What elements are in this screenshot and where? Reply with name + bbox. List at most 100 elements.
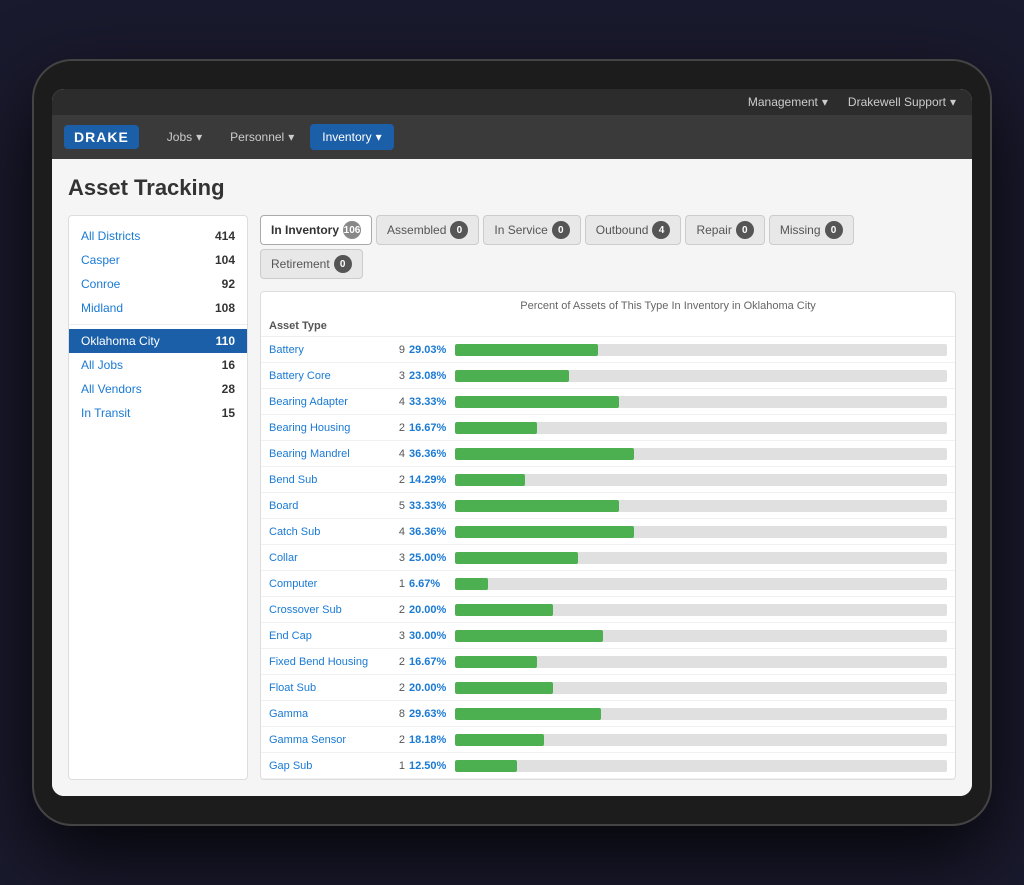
- nav-jobs-label: Jobs: [167, 130, 192, 144]
- bar-pct-label: 23.08%: [409, 370, 455, 382]
- asset-name[interactable]: Bend Sub: [269, 474, 389, 486]
- bar-track: [455, 526, 947, 538]
- sidebar-label: Midland: [81, 301, 123, 315]
- sidebar-count: 414: [215, 229, 235, 243]
- tab-in-inventory[interactable]: In Inventory106: [260, 215, 372, 245]
- bar-fill: [455, 422, 537, 434]
- nav-jobs[interactable]: Jobs ▾: [155, 124, 214, 150]
- asset-name[interactable]: Bearing Mandrel: [269, 448, 389, 460]
- asset-name[interactable]: Gap Sub: [269, 760, 389, 772]
- asset-name[interactable]: Bearing Adapter: [269, 396, 389, 408]
- nav-inventory[interactable]: Inventory ▾: [310, 124, 393, 150]
- bar-pct-label: 20.00%: [409, 682, 455, 694]
- tab-missing[interactable]: Missing0: [769, 215, 854, 245]
- bar-track: [455, 630, 947, 642]
- sidebar-label: All Districts: [81, 229, 140, 243]
- bar-count: 2: [389, 422, 405, 434]
- sidebar-item-midland[interactable]: Midland 108: [69, 296, 247, 320]
- table-row: Float Sub2 20.00%: [261, 675, 955, 701]
- asset-name[interactable]: Bearing Housing: [269, 422, 389, 434]
- bar-fill: [455, 578, 488, 590]
- bar-count: 8: [389, 708, 405, 720]
- sidebar-item-oklahoma-city[interactable]: Oklahoma City110: [69, 329, 247, 353]
- table-row: Gamma Sensor218.18%: [261, 727, 955, 753]
- chart-title: Percent of Assets of This Type In Invent…: [393, 300, 943, 312]
- tab-badge: 106: [343, 221, 361, 239]
- drakewell-support-menu[interactable]: Drakewell Support ▾: [848, 95, 956, 109]
- tab-badge: 0: [736, 221, 754, 239]
- bar-track: [455, 474, 947, 486]
- sidebar-item-casper[interactable]: Casper104: [69, 248, 247, 272]
- sidebar-item-all-jobs[interactable]: All Jobs16: [69, 353, 247, 377]
- asset-name[interactable]: Fixed Bend Housing: [269, 656, 389, 668]
- bar-track: [455, 500, 947, 512]
- sidebar-count: 92: [222, 277, 235, 291]
- sidebar-item-in-transit[interactable]: In Transit15: [69, 401, 247, 425]
- sidebar-label: Conroe: [81, 277, 120, 291]
- management-menu[interactable]: Management ▾: [748, 95, 828, 109]
- bar-count: 1: [389, 760, 405, 772]
- sidebar-count: 108: [215, 301, 235, 315]
- sidebar-item-all-districts[interactable]: All Districts 414: [69, 224, 247, 248]
- nav-personnel[interactable]: Personnel ▾: [218, 124, 306, 150]
- tab-repair[interactable]: Repair 0: [685, 215, 764, 245]
- asset-name[interactable]: Catch Sub: [269, 526, 389, 538]
- table-row: Battery Core323.08%: [261, 363, 955, 389]
- bar-pct-label: 33.33%: [409, 396, 455, 408]
- bar-count: 2: [389, 734, 405, 746]
- asset-name[interactable]: Board: [269, 500, 389, 512]
- bar-pct-label: 36.36%: [409, 448, 455, 460]
- logo-text: DRAKE: [74, 129, 129, 145]
- tab-badge: 0: [825, 221, 843, 239]
- bar-track: [455, 760, 947, 772]
- sidebar-item-all-vendors[interactable]: All Vendors28: [69, 377, 247, 401]
- bar-fill: [455, 344, 598, 356]
- bar-pct-label: 20.00%: [409, 604, 455, 616]
- asset-name[interactable]: Gamma: [269, 708, 389, 720]
- bar-count: 3: [389, 552, 405, 564]
- asset-name[interactable]: Battery Core: [269, 370, 389, 382]
- table-row: Bearing Housing216.67%: [261, 415, 955, 441]
- data-rows-container: Battery929.03%Battery Core323.08%Bearing…: [261, 337, 955, 779]
- content-area: Asset Tracking All Districts414Casper104…: [52, 159, 972, 796]
- bar-track: [455, 682, 947, 694]
- bar-fill: [455, 526, 634, 538]
- tab-in-service[interactable]: In Service 0: [483, 215, 580, 245]
- bar-track: [455, 734, 947, 746]
- tab-badge: 0: [552, 221, 570, 239]
- bar-fill: [455, 656, 537, 668]
- main-layout: All Districts 414 Casper104 Conroe 92 Midland…: [68, 215, 956, 780]
- asset-name[interactable]: Crossover Sub: [269, 604, 389, 616]
- asset-name[interactable]: Battery: [269, 344, 389, 356]
- tab-retirement[interactable]: Retirement0: [260, 249, 363, 279]
- bar-fill: [455, 500, 619, 512]
- tab-label: Repair: [696, 223, 731, 237]
- bar-track: [455, 370, 947, 382]
- bar-count: 2: [389, 682, 405, 694]
- bar-pct-label: 29.63%: [409, 708, 455, 720]
- device-frame: Management ▾ Drakewell Support ▾ DRAKE J…: [32, 59, 992, 826]
- sidebar-item-conroe[interactable]: Conroe 92: [69, 272, 247, 296]
- management-chevron: ▾: [822, 95, 828, 109]
- bar-fill: [455, 682, 553, 694]
- asset-name[interactable]: Gamma Sensor: [269, 734, 389, 746]
- bar-pct-label: 25.00%: [409, 552, 455, 564]
- tab-outbound[interactable]: Outbound4: [585, 215, 682, 245]
- sidebar-count: 28: [222, 382, 235, 396]
- bar-track: [455, 344, 947, 356]
- asset-name[interactable]: Float Sub: [269, 682, 389, 694]
- bar-track: [455, 396, 947, 408]
- bar-track: [455, 708, 947, 720]
- bar-pct-label: 12.50%: [409, 760, 455, 772]
- asset-name[interactable]: Computer: [269, 578, 389, 590]
- tab-assembled[interactable]: Assembled0: [376, 215, 479, 245]
- bar-count: 2: [389, 474, 405, 486]
- bar-count: 2: [389, 656, 405, 668]
- asset-name[interactable]: End Cap: [269, 630, 389, 642]
- sidebar-label: In Transit: [81, 406, 130, 420]
- asset-name[interactable]: Collar: [269, 552, 389, 564]
- tabs-row: In Inventory106Assembled0 In Service 0 Outb…: [260, 215, 956, 279]
- nav-personnel-label: Personnel: [230, 130, 284, 144]
- table-row: Battery929.03%: [261, 337, 955, 363]
- tab-label: In Service: [494, 223, 547, 237]
